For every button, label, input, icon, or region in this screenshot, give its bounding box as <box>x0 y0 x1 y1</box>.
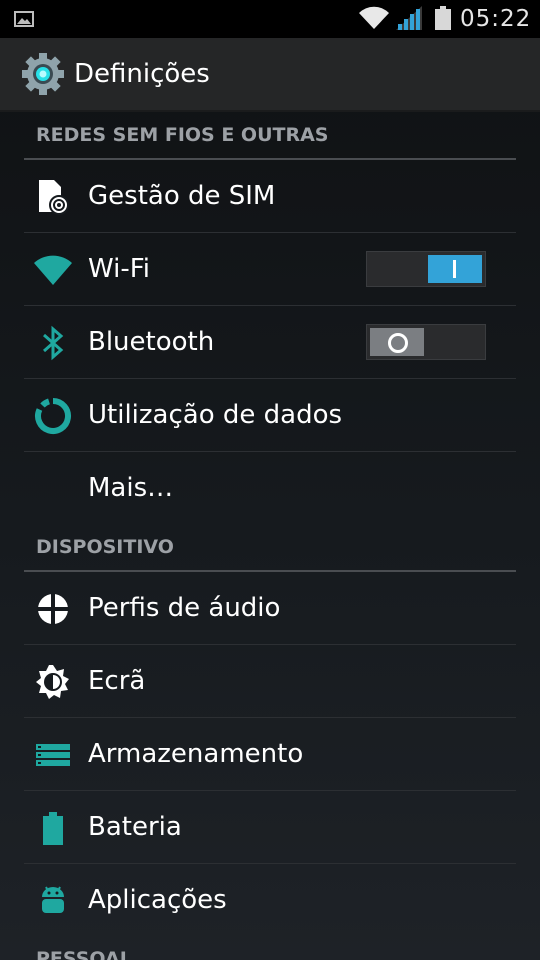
display-brightness-icon <box>34 663 72 701</box>
cell-signal-icon <box>396 6 422 30</box>
row-applications[interactable]: Aplicações <box>24 864 516 936</box>
android-apps-icon <box>34 882 72 920</box>
section-header-wireless: REDES SEM FIOS E OUTRAS <box>24 112 516 160</box>
row-label: Perfis de áudio <box>88 593 281 623</box>
row-label: Gestão de SIM <box>88 181 276 211</box>
status-bar: 05:22 <box>0 0 540 38</box>
row-label: Mais… <box>88 473 174 503</box>
toggle-knob[interactable] <box>370 328 424 356</box>
section-header-label: DISPOSITIVO <box>36 536 174 558</box>
wifi-icon <box>34 251 72 289</box>
row-label: Armazenamento <box>88 739 304 769</box>
row-label: Utilização de dados <box>88 400 343 430</box>
row-bluetooth[interactable]: Bluetooth <box>24 306 516 379</box>
image-notification-icon <box>14 11 34 27</box>
row-label: Aplicações <box>88 885 227 915</box>
row-sim-management[interactable]: Gestão de SIM <box>24 160 516 233</box>
settings-list[interactable]: REDES SEM FIOS E OUTRAS Gestão de SIM Wi… <box>0 112 540 960</box>
section-header-label: PESSOAL <box>36 948 132 960</box>
row-label: Bateria <box>88 812 182 842</box>
section-header-label: REDES SEM FIOS E OUTRAS <box>36 124 329 146</box>
row-more[interactable]: Mais… <box>24 452 516 524</box>
wifi-toggle[interactable] <box>366 251 486 287</box>
settings-screen: 05:22 Definições REDES SEM FIOS E OUTRAS… <box>0 0 540 960</box>
row-audio-profiles[interactable]: Perfis de áudio <box>24 572 516 645</box>
row-label: Wi-Fi <box>88 254 151 284</box>
sim-management-icon <box>34 178 72 216</box>
section-header-personal: PESSOAL <box>24 936 516 960</box>
row-storage[interactable]: Armazenamento <box>24 718 516 791</box>
storage-icon <box>34 736 72 774</box>
status-time: 05:22 <box>460 6 532 32</box>
bluetooth-icon <box>34 324 72 362</box>
action-bar: Definições <box>0 38 540 112</box>
row-display[interactable]: Ecrã <box>24 645 516 718</box>
bluetooth-toggle[interactable] <box>366 324 486 360</box>
row-label: Bluetooth <box>88 327 215 357</box>
row-wifi[interactable]: Wi-Fi <box>24 233 516 306</box>
data-usage-icon <box>34 397 72 435</box>
toggle-knob[interactable] <box>428 255 482 283</box>
wifi-signal-icon <box>358 5 390 31</box>
section-header-device: DISPOSITIVO <box>24 524 516 572</box>
battery-status-icon <box>434 5 452 31</box>
row-battery[interactable]: Bateria <box>24 791 516 864</box>
row-label: Ecrã <box>88 666 146 696</box>
battery-icon <box>34 809 72 847</box>
page-title: Definições <box>74 59 210 89</box>
audio-profiles-icon <box>34 590 72 628</box>
row-data-usage[interactable]: Utilização de dados <box>24 379 516 452</box>
settings-gear-icon[interactable] <box>20 51 66 97</box>
